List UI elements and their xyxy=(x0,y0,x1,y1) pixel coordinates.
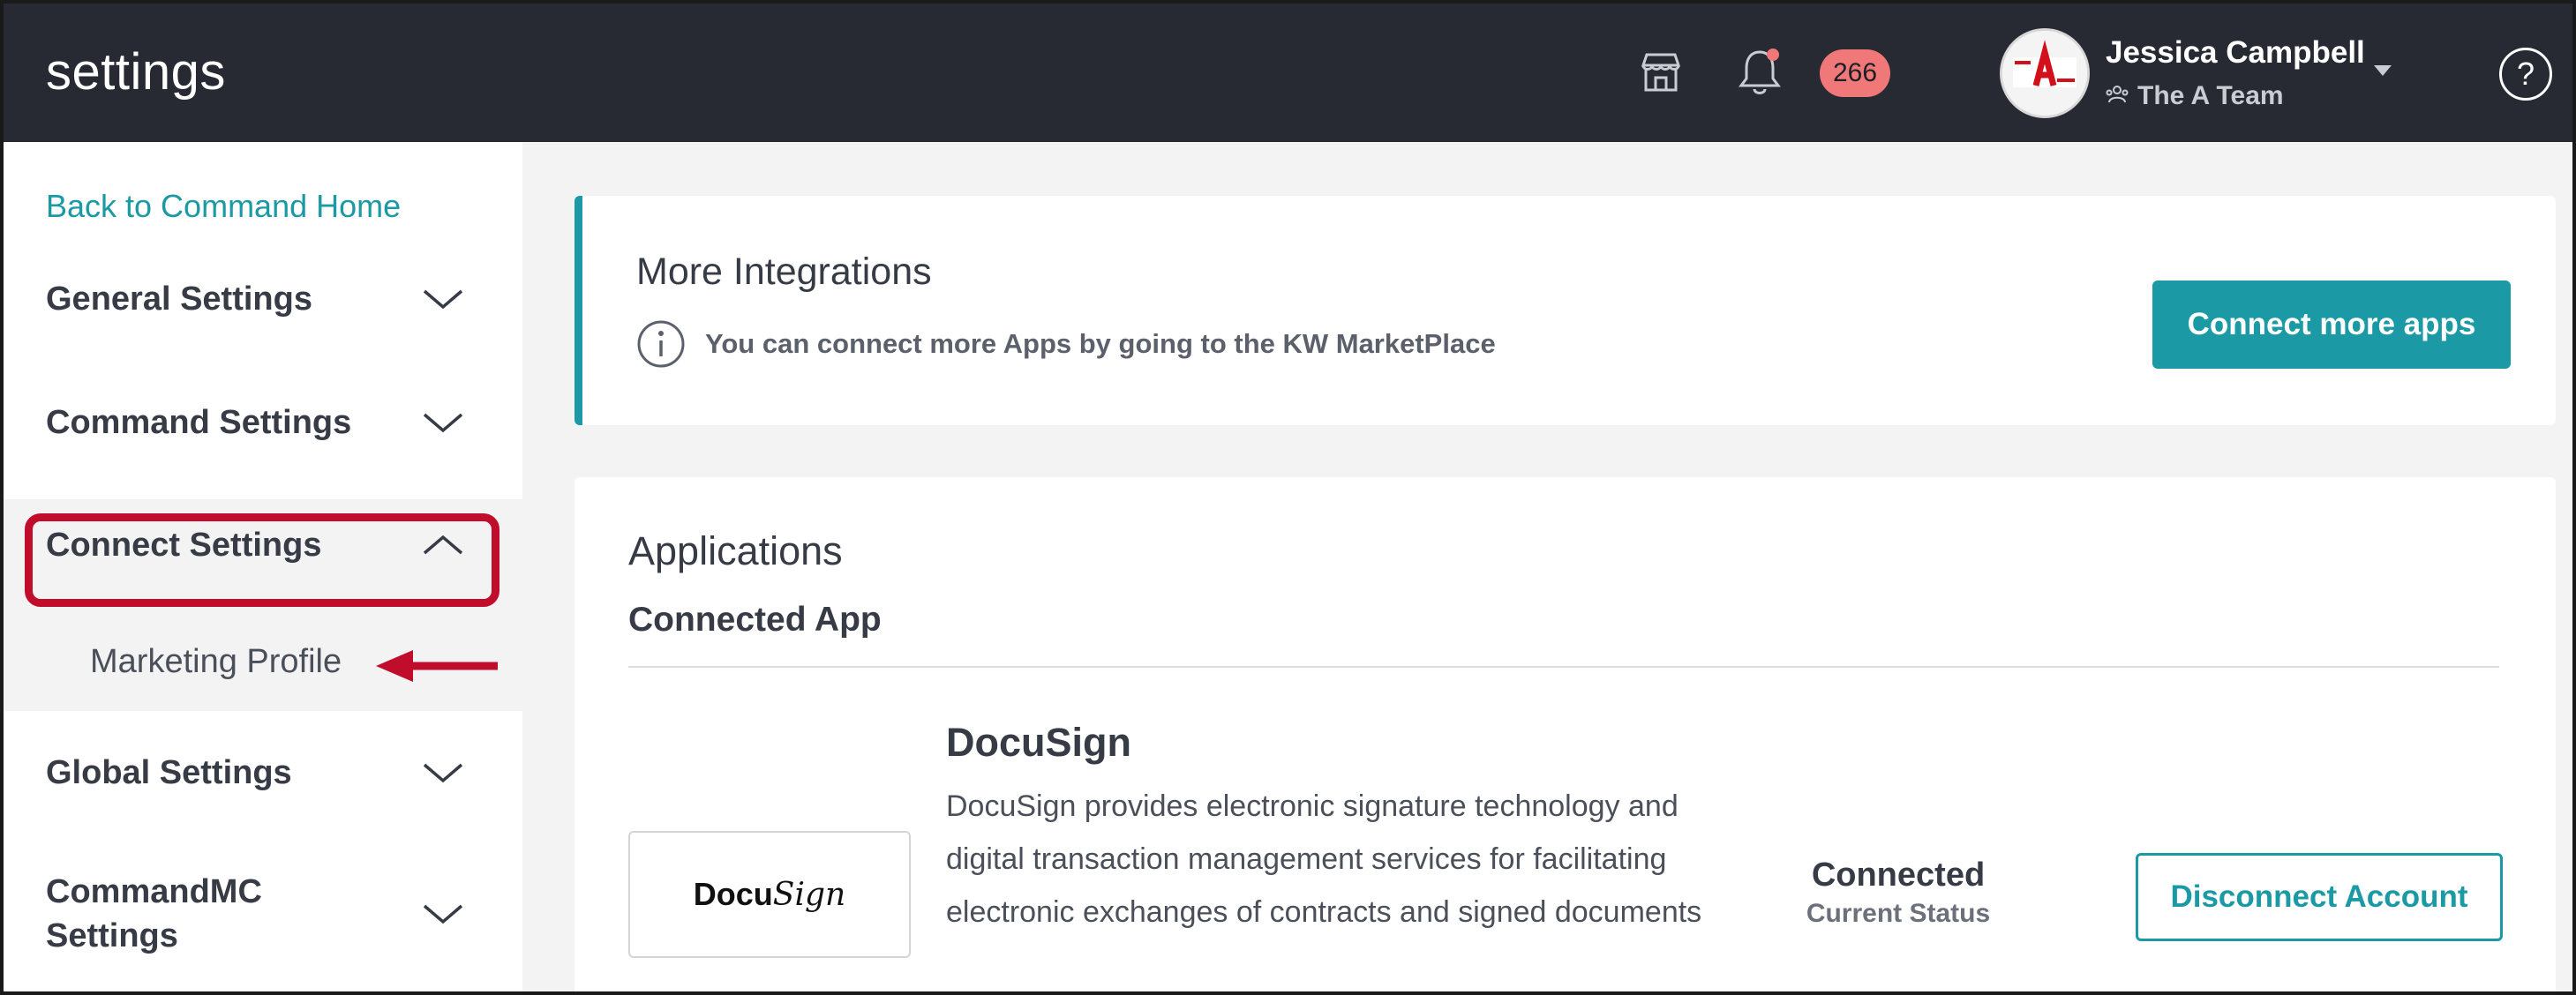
avatar[interactable] xyxy=(2000,28,2090,118)
user-name[interactable]: Jessica Campbell xyxy=(2106,35,2365,71)
sidebar-item-label: Global Settings xyxy=(46,754,292,791)
chevron-down-icon xyxy=(423,904,463,924)
notification-count-badge[interactable]: 266 xyxy=(1820,49,1890,97)
top-bar: settings 266 Jessica Campbell The A Team… xyxy=(4,4,2572,142)
chevron-down-icon xyxy=(423,763,463,783)
sidebar-item-label: General Settings xyxy=(46,281,312,318)
app-frame: settings 266 Jessica Campbell The A Team… xyxy=(0,0,2576,995)
chevron-down-icon xyxy=(423,413,463,433)
page-title: settings xyxy=(46,43,226,101)
logo-text-bold: Docu xyxy=(693,876,773,912)
team-name: The A Team xyxy=(2137,81,2284,110)
more-integrations-title: More Integrations xyxy=(636,251,932,293)
logo-text-script: Sign xyxy=(772,877,846,913)
more-integrations-card: More Integrations You can connect more A… xyxy=(575,196,2556,425)
info-row: You can connect more Apps by going to th… xyxy=(636,319,1496,369)
highlight-annotation-box xyxy=(25,513,499,607)
user-menu-caret-icon[interactable] xyxy=(2374,65,2392,76)
sidebar-item-label: CommandMC Settings xyxy=(46,873,262,954)
sidebar-item-label: Command Settings xyxy=(46,404,352,441)
applications-card: Applications Connected App DocuSign Docu… xyxy=(575,477,2556,991)
arrow-left-annotation-icon xyxy=(376,650,498,682)
status-label: Current Status xyxy=(1806,899,1991,928)
docusign-logo-text: DocuSign xyxy=(694,876,845,913)
chevron-down-icon xyxy=(423,289,463,310)
sidebar-item-command-settings[interactable]: Command Settings xyxy=(4,396,522,449)
back-to-command-home-link[interactable]: Back to Command Home xyxy=(46,188,401,225)
sidebar-item-general-settings[interactable]: General Settings xyxy=(4,273,522,325)
divider xyxy=(628,666,2499,668)
info-text: You can connect more Apps by going to th… xyxy=(705,328,1496,359)
sidebar-subitem-marketing-profile[interactable]: Marketing Profile xyxy=(90,643,342,681)
docusign-logo: DocuSign xyxy=(628,831,911,958)
bell-icon[interactable] xyxy=(1735,46,1784,99)
team-icon xyxy=(2106,85,2129,108)
connected-app-subtitle: Connected App xyxy=(628,601,882,639)
disconnect-account-button[interactable]: Disconnect Account xyxy=(2136,853,2503,941)
question-circle-icon[interactable]: ? xyxy=(2499,48,2552,101)
sidebar-item-commandmc-settings[interactable]: CommandMC Settings xyxy=(4,865,522,962)
app-name: DocuSign xyxy=(946,720,1131,765)
applications-title: Applications xyxy=(628,528,843,573)
storefront-icon[interactable] xyxy=(1636,46,1686,99)
team-row: The A Team xyxy=(2106,81,2284,111)
connect-more-apps-button[interactable]: Connect more apps xyxy=(2152,281,2511,369)
info-icon xyxy=(637,320,685,368)
status-value: Connected xyxy=(1811,857,1986,894)
sidebar-item-global-settings[interactable]: Global Settings xyxy=(4,746,522,799)
app-description: DocuSign provides electronic signature t… xyxy=(946,789,1702,929)
